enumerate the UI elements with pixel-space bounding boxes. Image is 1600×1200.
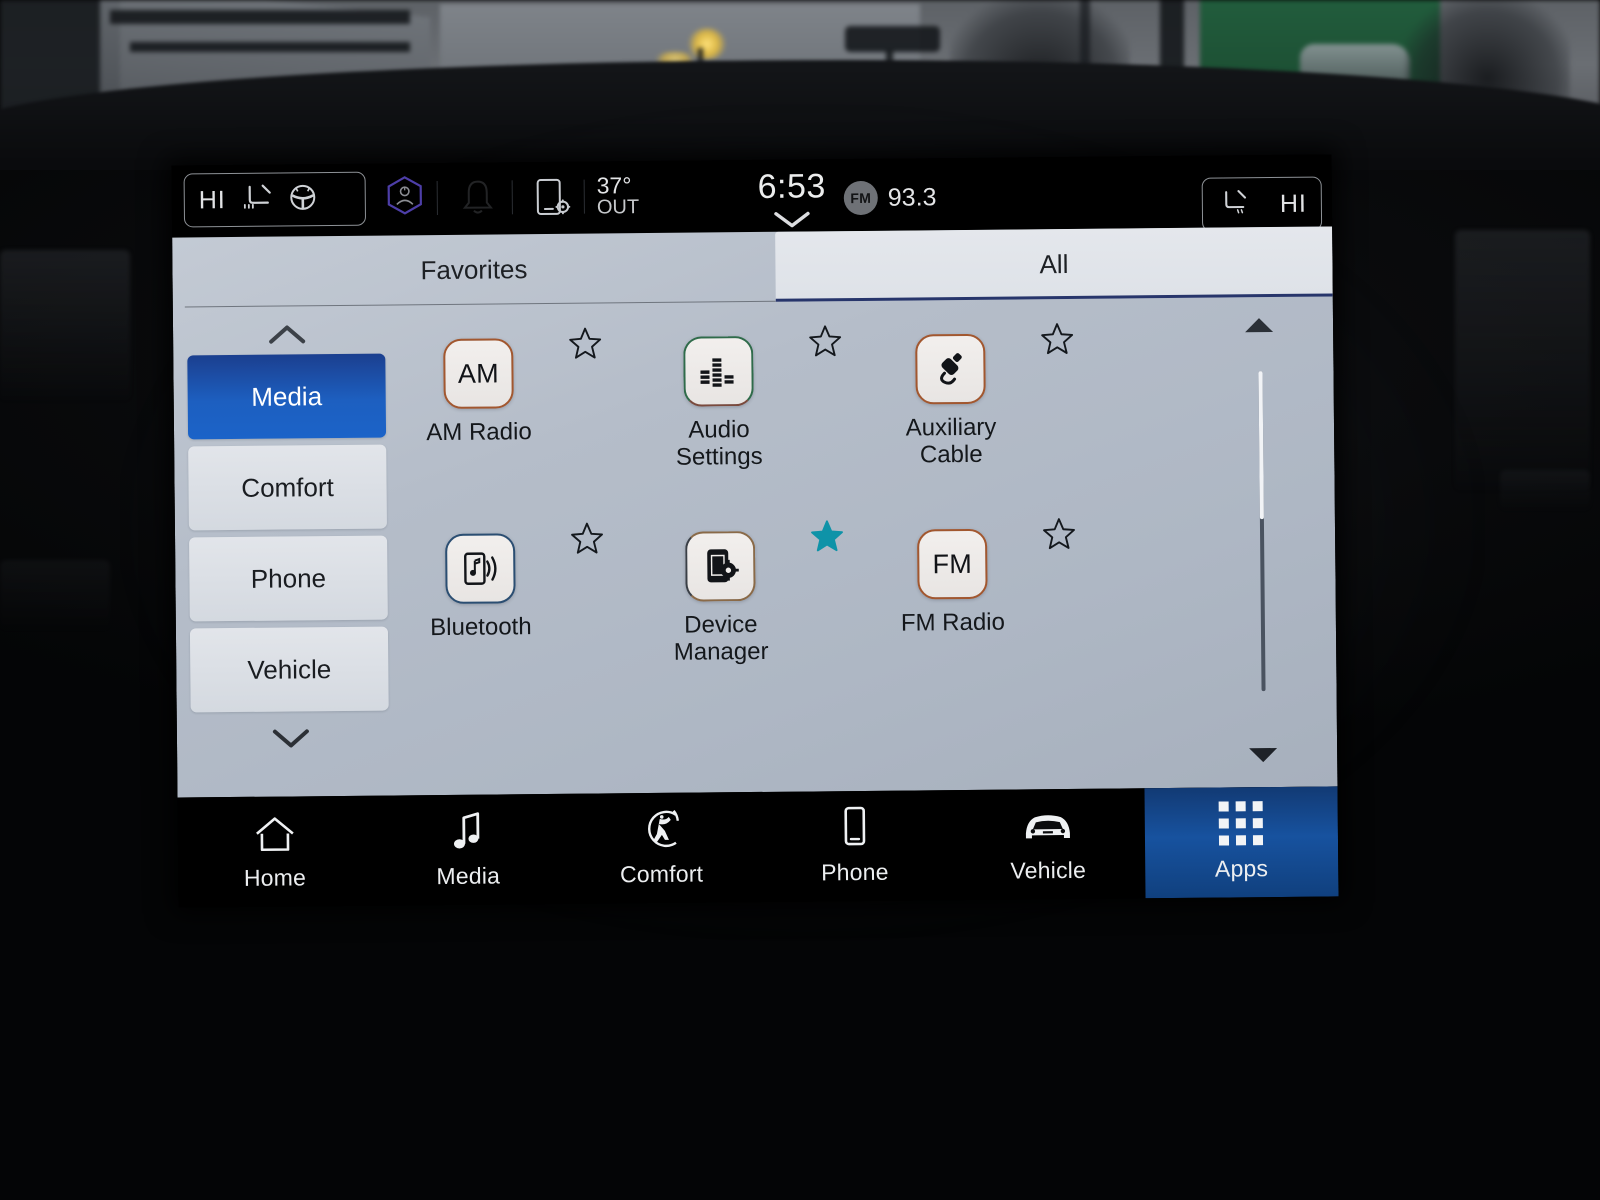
comfort-seat-icon xyxy=(638,808,684,850)
driver-climate-control[interactable]: HI xyxy=(183,171,367,228)
scrollbar-thumb[interactable] xyxy=(1258,371,1264,520)
heated-steering-wheel-icon[interactable] xyxy=(288,182,318,217)
temperature-label: OUT xyxy=(596,196,640,219)
nav-vehicle[interactable]: Vehicle xyxy=(951,788,1145,900)
phone-settings-icon[interactable] xyxy=(532,176,574,222)
bluetooth-audio-icon[interactable] xyxy=(445,533,516,604)
app-label: Auxiliary Cable xyxy=(905,413,997,469)
sidebar-item-phone[interactable]: Phone xyxy=(189,535,388,622)
nav-comfort[interactable]: Comfort xyxy=(564,792,758,904)
radio-status[interactable]: FM 93.3 xyxy=(843,180,937,216)
tab-all[interactable]: All xyxy=(775,226,1333,302)
sidebar-item-label: Comfort xyxy=(241,471,334,503)
fm-radio-icon[interactable]: FM xyxy=(916,528,988,600)
apps-grid-icon xyxy=(1218,800,1264,846)
equalizer-icon[interactable] xyxy=(683,336,754,407)
app-label: Bluetooth xyxy=(430,613,532,642)
sidebar-item-media[interactable]: Media xyxy=(187,353,387,440)
app-label: FM Radio xyxy=(900,608,1006,637)
category-sidebar: Media Comfort Phone Vehicle xyxy=(187,314,392,786)
tab-favorites-label: Favorites xyxy=(420,253,528,285)
sidebar-item-comfort[interactable]: Comfort xyxy=(188,444,387,531)
bottom-nav-bar: Home Media Comfort Phone Vehicle Apps xyxy=(177,786,1339,908)
left-vent-trim xyxy=(0,250,130,400)
radio-band-badge: FM xyxy=(843,180,878,216)
app-label: AM Radio xyxy=(426,418,532,447)
passenger-heat-level: HI xyxy=(1279,189,1308,218)
right-lower-trim xyxy=(1500,470,1590,510)
am-radio-glyph: AM xyxy=(457,357,500,389)
sidebar-item-label: Media xyxy=(251,380,323,412)
app-audio-settings[interactable]: Audio Settings xyxy=(645,317,907,519)
app-auxiliary-cable[interactable]: Auxiliary Cable xyxy=(877,314,1139,516)
nav-label: Apps xyxy=(1214,854,1269,882)
app-grid-scrollbar[interactable] xyxy=(1237,315,1285,765)
favorite-star-icon-filled[interactable] xyxy=(809,518,845,554)
infotainment-screen: HI 37° OUT 6:53 FM 93.3 HI Favorites All… xyxy=(171,154,1339,908)
passenger-climate-control[interactable]: HI xyxy=(1201,176,1323,232)
left-lower-trim xyxy=(0,560,110,630)
phone-icon xyxy=(839,806,869,848)
scroll-down-arrow-icon[interactable] xyxy=(1241,745,1285,765)
nav-phone[interactable]: Phone xyxy=(757,790,951,902)
radio-frequency: 93.3 xyxy=(887,182,937,212)
music-note-icon xyxy=(448,810,488,852)
sidebar-item-vehicle[interactable]: Vehicle xyxy=(189,626,389,713)
tab-bar: Favorites All xyxy=(172,226,1333,307)
nav-apps[interactable]: Apps xyxy=(1144,786,1339,899)
heated-seat-icon[interactable] xyxy=(1217,187,1249,222)
favorite-star-icon[interactable] xyxy=(807,323,843,359)
nav-label: Vehicle xyxy=(1010,856,1087,884)
nav-label: Comfort xyxy=(619,860,704,887)
home-icon xyxy=(251,812,297,854)
apps-panel: Favorites All Media Comfort Phone Vehicl… xyxy=(172,226,1338,798)
app-fm-radio[interactable]: FM FM Radio xyxy=(879,509,1141,711)
aux-cable-icon[interactable] xyxy=(915,333,986,405)
app-grid: AM AM Radio Audio Settings Auxiliary Cab… xyxy=(405,313,1229,781)
clock-time: 6:53 xyxy=(757,167,826,206)
temperature-value: 37° xyxy=(596,172,632,199)
tab-favorites[interactable]: Favorites xyxy=(172,232,776,308)
tab-all-label: All xyxy=(1039,248,1069,279)
outside-temperature: 37° OUT xyxy=(596,172,640,219)
device-manager-icon[interactable] xyxy=(685,531,756,602)
infotainment-photo: HI 37° OUT 6:53 FM 93.3 HI Favorites All… xyxy=(0,0,1600,1200)
clock[interactable]: 6:53 xyxy=(737,167,848,236)
app-label: Device Manager xyxy=(673,610,769,666)
favorite-star-icon[interactable] xyxy=(1039,321,1075,357)
bell-icon[interactable] xyxy=(460,176,496,216)
app-label: Audio Settings xyxy=(675,416,763,471)
favorite-star-icon[interactable] xyxy=(569,520,605,556)
scroll-up-arrow-icon[interactable] xyxy=(1237,315,1281,335)
favorite-star-icon[interactable] xyxy=(1041,516,1077,552)
nav-label: Media xyxy=(436,861,501,889)
app-bluetooth[interactable]: Bluetooth xyxy=(407,514,669,716)
nav-home[interactable]: Home xyxy=(178,796,372,908)
sidebar-item-label: Vehicle xyxy=(247,653,332,685)
car-icon xyxy=(1019,804,1077,847)
am-radio-icon[interactable]: AM xyxy=(443,338,514,409)
sidebar-scroll-down-button[interactable] xyxy=(191,718,391,760)
sidebar-item-label: Phone xyxy=(250,562,327,594)
fm-radio-glyph: FM xyxy=(932,548,973,579)
favorite-star-icon[interactable] xyxy=(567,325,603,361)
heated-seat-icon[interactable] xyxy=(240,182,274,217)
app-am-radio[interactable]: AM AM Radio xyxy=(405,319,667,521)
scrollbar-track[interactable] xyxy=(1258,371,1266,692)
nav-label: Phone xyxy=(821,858,889,885)
app-device-manager[interactable]: Device Manager xyxy=(647,512,909,714)
status-bar: HI 37° OUT 6:53 FM 93.3 HI xyxy=(171,154,1333,238)
driver-profile-icon[interactable] xyxy=(382,175,428,221)
nav-label: Home xyxy=(243,863,307,891)
driver-heat-level: HI xyxy=(198,185,226,214)
sidebar-scroll-up-button[interactable] xyxy=(187,314,387,356)
nav-media[interactable]: Media xyxy=(371,794,565,906)
